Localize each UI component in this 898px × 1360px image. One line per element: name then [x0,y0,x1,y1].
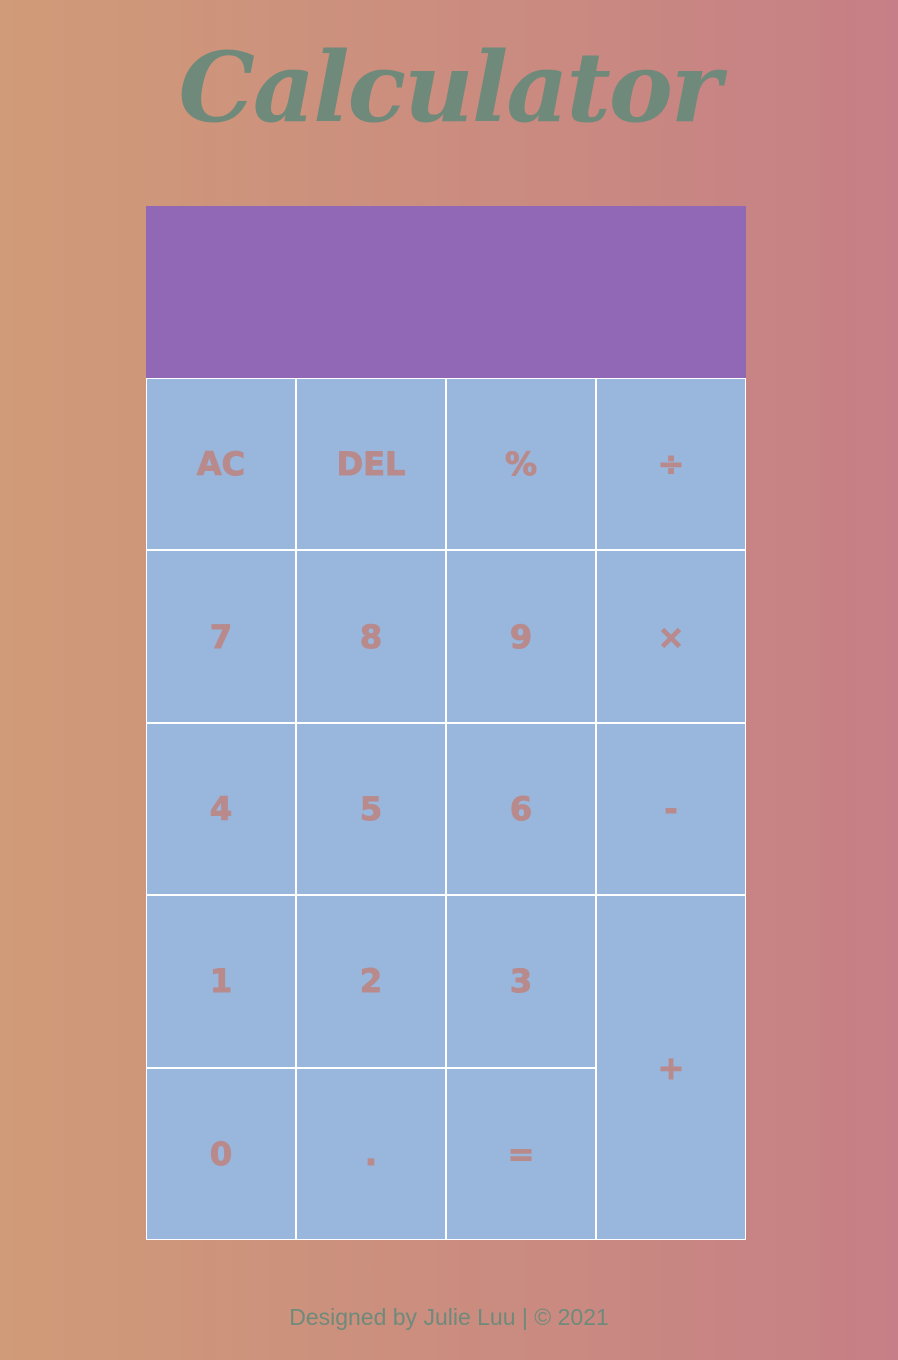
digit-3-button[interactable]: 3 [446,895,596,1068]
digit-0-button[interactable]: 0 [146,1067,296,1240]
delete-button[interactable]: DEL [296,378,446,551]
digit-4-button[interactable]: 4 [146,722,296,896]
page-title: Calculator [178,31,722,144]
previous-operand [170,226,722,260]
decimal-button[interactable]: . [296,1067,446,1240]
current-operand [170,260,722,320]
keypad: AC DEL % ÷ 7 8 9 × 4 5 6 - 1 2 3 + 0 . = [146,378,746,1240]
footer-credit: Designed by Julie Luu | © 2021 [289,1304,609,1330]
digit-2-button[interactable]: 2 [296,895,446,1068]
calculator: AC DEL % ÷ 7 8 9 × 4 5 6 - 1 2 3 + 0 . = [146,206,746,1240]
equals-button[interactable]: = [446,1067,596,1240]
digit-7-button[interactable]: 7 [146,550,296,723]
digit-5-button[interactable]: 5 [296,722,446,896]
all-clear-button[interactable]: AC [146,378,296,551]
digit-6-button[interactable]: 6 [446,722,596,896]
add-button[interactable]: + [596,895,746,1240]
digit-9-button[interactable]: 9 [446,550,596,723]
digit-8-button[interactable]: 8 [296,550,446,723]
digit-1-button[interactable]: 1 [146,895,296,1068]
calculator-display [146,206,746,378]
multiply-button[interactable]: × [596,550,746,723]
subtract-button[interactable]: - [596,722,746,896]
percent-button[interactable]: % [446,378,596,551]
divide-button[interactable]: ÷ [596,378,746,551]
